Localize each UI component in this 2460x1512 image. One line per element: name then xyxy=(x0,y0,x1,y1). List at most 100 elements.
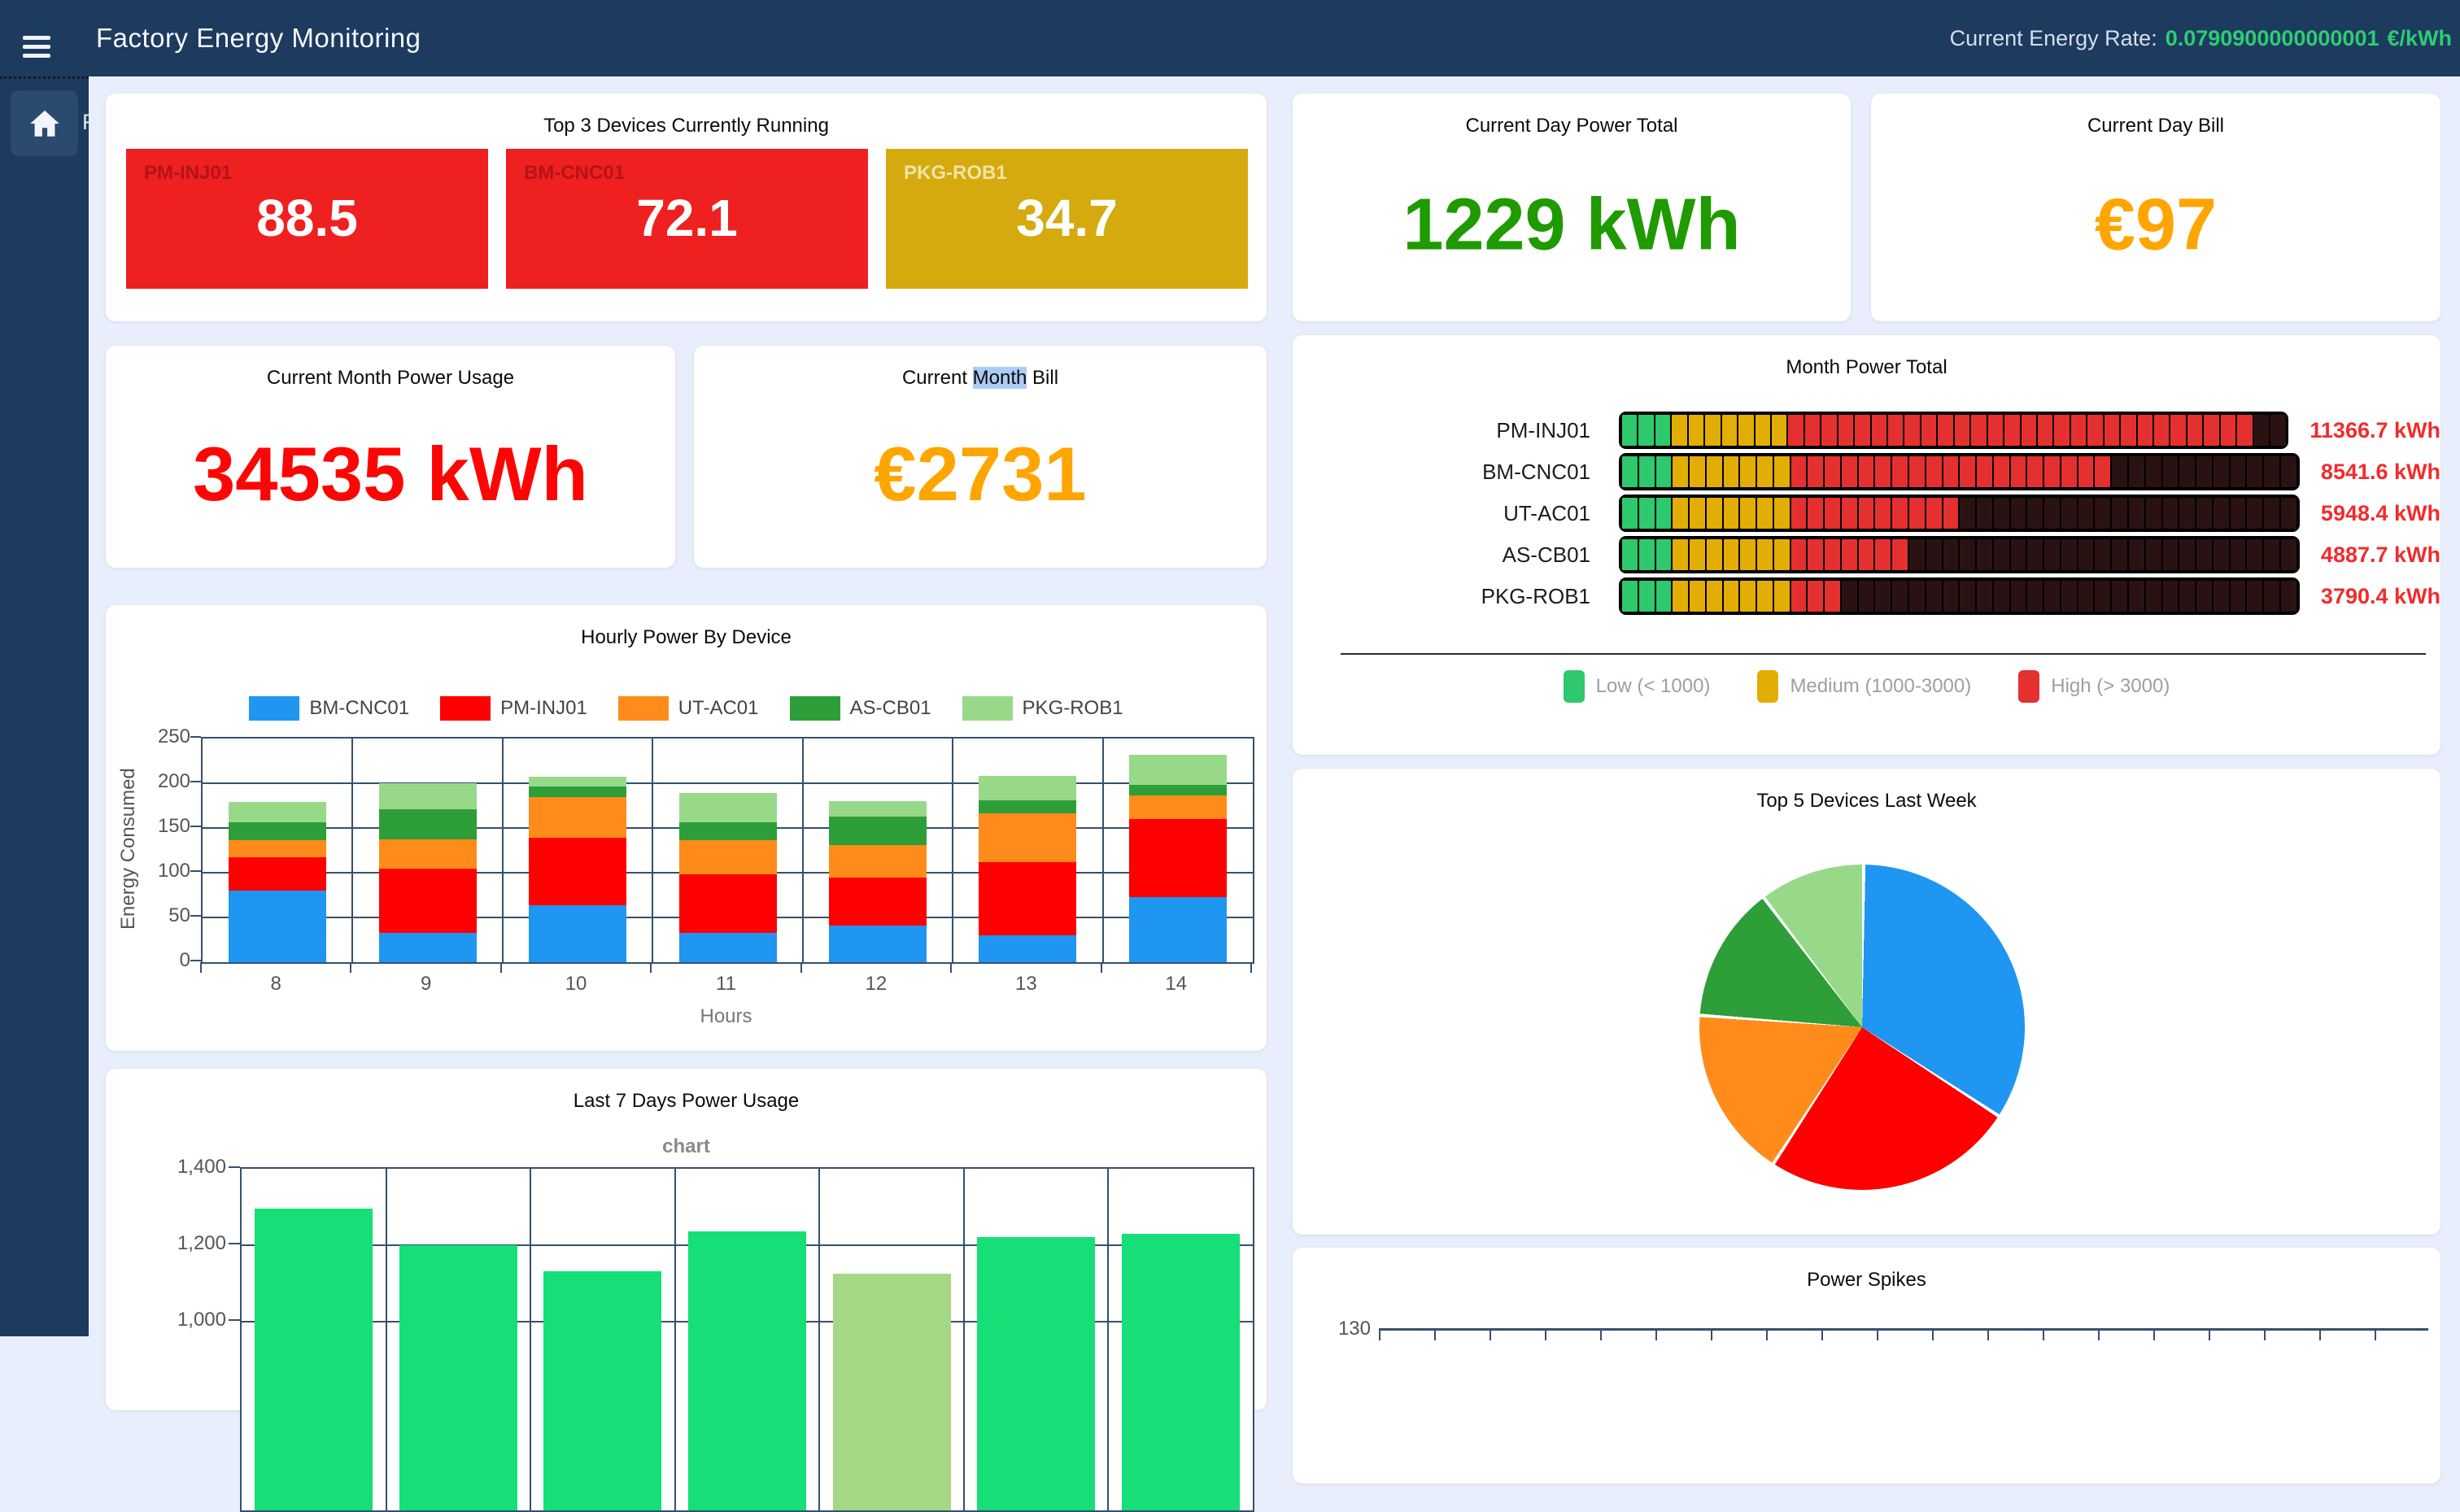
bar-segment xyxy=(979,813,1076,861)
y-tick-mark xyxy=(190,826,201,827)
gauge-segment xyxy=(2044,539,2060,570)
gauge-segment xyxy=(2281,498,2296,529)
gauge-segment xyxy=(2112,581,2127,612)
gauge-segment xyxy=(1926,539,1942,570)
home-button[interactable] xyxy=(11,90,78,156)
gauge-segment xyxy=(1859,539,1874,570)
hourly-plot-area xyxy=(201,737,1254,964)
gauge-segment xyxy=(1875,539,1891,570)
x-tick-mark xyxy=(1821,1330,1823,1340)
bar-segment xyxy=(979,935,1076,962)
menu-icon[interactable] xyxy=(23,36,50,63)
gauge-segment xyxy=(1842,498,1857,529)
bar-segment xyxy=(979,862,1076,935)
bar-segment xyxy=(379,809,477,839)
bar-segment xyxy=(1129,785,1227,795)
gauge-segment xyxy=(1756,415,1770,446)
bar-segment xyxy=(679,933,777,962)
gauge-segment xyxy=(1977,581,1992,612)
gauge-segment xyxy=(2221,415,2235,446)
bar-segment xyxy=(379,839,477,868)
gauge-segment xyxy=(2231,581,2246,612)
bar xyxy=(543,1271,661,1510)
device-power-value: 88.5 xyxy=(126,188,488,248)
gauge-segment xyxy=(1639,539,1655,570)
bar-segment xyxy=(979,776,1076,800)
gauge-segment xyxy=(1690,581,1705,612)
legend-swatch xyxy=(1564,670,1585,703)
gauge-segment xyxy=(1774,581,1790,612)
gauge-segment xyxy=(1673,539,1688,570)
gauge-segment xyxy=(2247,456,2262,487)
gauge-segment xyxy=(1689,415,1703,446)
gauge-value: 4887.7 kWh xyxy=(2321,542,2440,568)
gauge-segment xyxy=(1622,415,1637,446)
bar-segment xyxy=(529,838,626,905)
device-tile: PKG-ROB134.7 xyxy=(886,149,1248,289)
legend-swatch xyxy=(249,696,299,721)
legend-swatch xyxy=(440,696,491,721)
gauge-segment xyxy=(1943,539,1959,570)
gauge-segment xyxy=(1977,456,1992,487)
gauge-segment xyxy=(2281,456,2296,487)
gridline xyxy=(652,739,653,962)
bar-segment xyxy=(529,797,626,839)
device-tile: PM-INJ0188.5 xyxy=(126,149,488,289)
bar xyxy=(255,1209,373,1510)
gauge-segment xyxy=(1757,498,1773,529)
legend-item: High (> 3000) xyxy=(2018,670,2170,703)
gauge-segment xyxy=(1774,456,1790,487)
x-tick-mark xyxy=(1101,962,1102,973)
legend-swatch xyxy=(1757,670,1778,703)
gauge-segment xyxy=(1842,456,1857,487)
x-tick-mark xyxy=(200,962,202,973)
gauge-segment xyxy=(2095,456,2110,487)
gauge-segment xyxy=(2027,456,2043,487)
gauge-segment xyxy=(1875,581,1891,612)
gauge-segment xyxy=(1859,456,1874,487)
gauge-segment xyxy=(1740,539,1756,570)
gauge-segment xyxy=(2027,498,2043,529)
y-tick-mark xyxy=(190,960,201,961)
bar xyxy=(1122,1234,1240,1510)
y-tick-label: 0 xyxy=(142,949,190,972)
gauge-segment xyxy=(2112,539,2127,570)
legend-item: AS-CB01 xyxy=(790,696,931,721)
gauge-segment xyxy=(2044,456,2060,487)
gauge-segment xyxy=(1639,456,1655,487)
gauge-segment xyxy=(2214,539,2229,570)
chart-legend: BM-CNC01PM-INJ01UT-AC01AS-CB01PKG-ROB1 xyxy=(106,696,1267,721)
gauge-segment xyxy=(1994,456,2009,487)
gauge-segment xyxy=(1977,539,1992,570)
gauge-segment xyxy=(1705,415,1720,446)
pie-chart xyxy=(1699,865,2025,1190)
y-axis-title: Energy Consumed xyxy=(117,737,140,961)
gauge-segment xyxy=(2027,539,2043,570)
gauge-segment xyxy=(2163,456,2179,487)
gauge-segment xyxy=(1791,539,1807,570)
bar-segment xyxy=(379,869,477,933)
gauge-segment xyxy=(1960,456,1975,487)
bar-segment xyxy=(529,777,626,787)
gauge-segment xyxy=(2105,415,2119,446)
gauge-segment xyxy=(1738,415,1753,446)
gauge-bar xyxy=(1619,453,2300,490)
gridline xyxy=(1107,1169,1109,1510)
x-tick-mark xyxy=(950,962,952,973)
x-tick-mark xyxy=(1932,1330,1934,1340)
gauge-segment xyxy=(2264,539,2279,570)
x-tick-label: 8 xyxy=(201,973,351,996)
gauge-value: 3790.4 kWh xyxy=(2321,584,2440,609)
chart-title: Last 7 Days Power Usage xyxy=(106,1069,1267,1113)
gauge-segment xyxy=(1673,498,1688,529)
gauge-segment xyxy=(2196,498,2212,529)
gauge-segment xyxy=(2179,539,2195,570)
gauge-segment xyxy=(2264,498,2279,529)
x-tick-mark xyxy=(500,962,502,973)
gauge-legend: Low (< 1000)Medium (1000-3000)High (> 30… xyxy=(1293,670,2440,703)
bar-segment xyxy=(229,891,326,962)
divider xyxy=(1341,653,2426,655)
bar-segment xyxy=(379,783,477,809)
x-tick-mark xyxy=(1490,1330,1491,1340)
gauge-segment xyxy=(2087,415,2102,446)
